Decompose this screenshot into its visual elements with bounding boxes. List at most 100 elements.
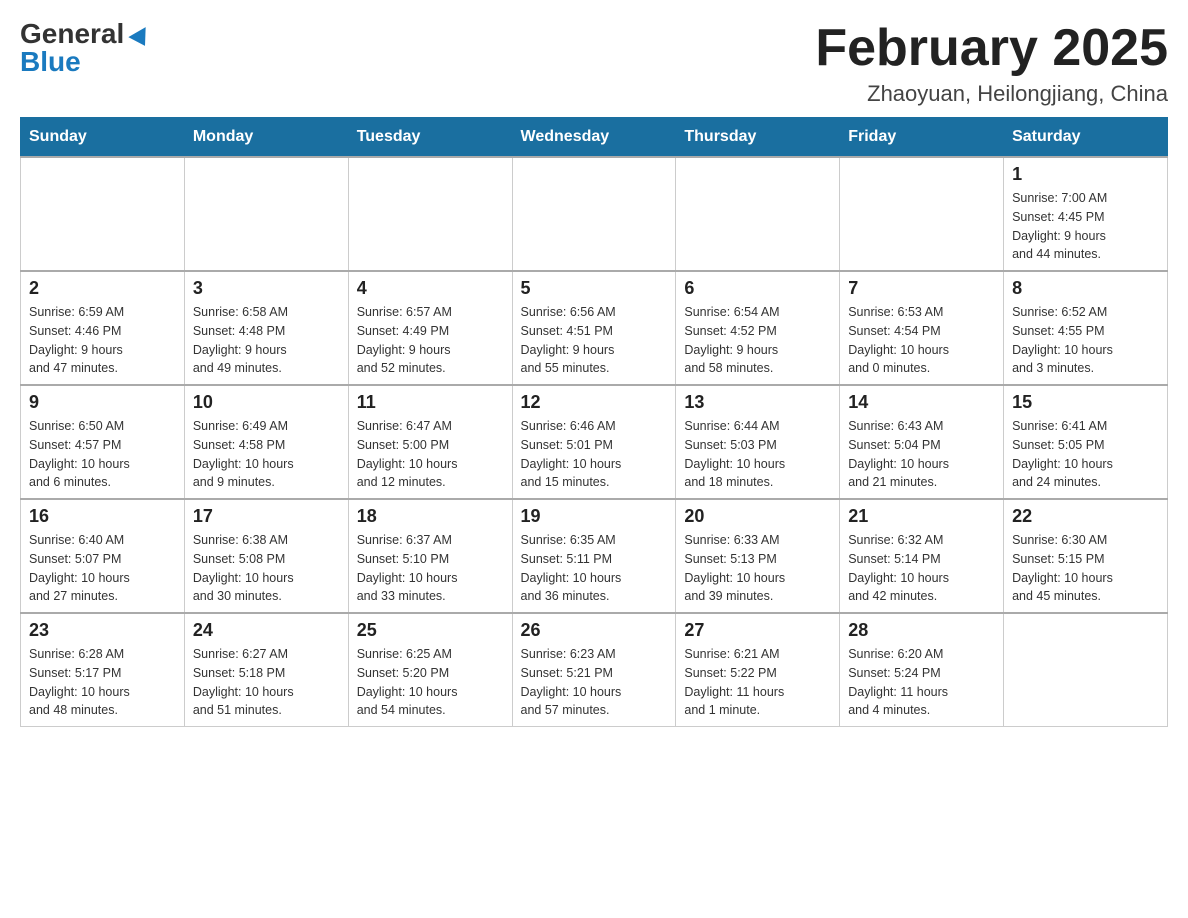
day-number: 4 [357, 278, 504, 299]
header-monday: Monday [184, 118, 348, 158]
day-number: 5 [521, 278, 668, 299]
day-info: Sunrise: 6:44 AMSunset: 5:03 PMDaylight:… [684, 417, 831, 492]
day-number: 1 [1012, 164, 1159, 185]
calendar-cell: 26 Sunrise: 6:23 AMSunset: 5:21 PMDayligh… [512, 613, 676, 727]
day-number: 18 [357, 506, 504, 527]
day-info: Sunrise: 6:49 AMSunset: 4:58 PMDaylight:… [193, 417, 340, 492]
calendar-cell: 6 Sunrise: 6:54 AMSunset: 4:52 PMDaylight… [676, 271, 840, 385]
day-number: 23 [29, 620, 176, 641]
day-number: 21 [848, 506, 995, 527]
calendar-cell: 1Sunrise: 7:00 AMSunset: 4:45 PMDaylight… [1004, 157, 1168, 271]
calendar-cell: 16 Sunrise: 6:40 AMSunset: 5:07 PMDayligh… [21, 499, 185, 613]
header-saturday: Saturday [1004, 118, 1168, 158]
day-info: Sunrise: 6:54 AMSunset: 4:52 PMDaylight:… [684, 303, 831, 378]
calendar-cell: 9Sunrise: 6:50 AMSunset: 4:57 PMDaylight… [21, 385, 185, 499]
day-info: Sunrise: 6:28 AMSunset: 5:17 PMDaylight:… [29, 645, 176, 720]
calendar-cell: 8 Sunrise: 6:52 AMSunset: 4:55 PMDaylight… [1004, 271, 1168, 385]
calendar-cell: 4 Sunrise: 6:57 AMSunset: 4:49 PMDaylight… [348, 271, 512, 385]
header-friday: Friday [840, 118, 1004, 158]
calendar-cell: 7 Sunrise: 6:53 AMSunset: 4:54 PMDaylight… [840, 271, 1004, 385]
day-info: Sunrise: 6:52 AMSunset: 4:55 PMDaylight:… [1012, 303, 1159, 378]
calendar-cell [840, 157, 1004, 271]
header-thursday: Thursday [676, 118, 840, 158]
day-info: Sunrise: 6:57 AMSunset: 4:49 PMDaylight:… [357, 303, 504, 378]
day-number: 26 [521, 620, 668, 641]
calendar-cell: 13 Sunrise: 6:44 AMSunset: 5:03 PMDayligh… [676, 385, 840, 499]
calendar-body: 1Sunrise: 7:00 AMSunset: 4:45 PMDaylight… [21, 157, 1168, 727]
day-number: 16 [29, 506, 176, 527]
day-number: 19 [521, 506, 668, 527]
week-row-2: 2 Sunrise: 6:59 AMSunset: 4:46 PMDaylight… [21, 271, 1168, 385]
day-number: 20 [684, 506, 831, 527]
day-number: 6 [684, 278, 831, 299]
day-number: 7 [848, 278, 995, 299]
logo-general-row: General [20, 20, 151, 48]
day-number: 27 [684, 620, 831, 641]
day-number: 17 [193, 506, 340, 527]
day-number: 28 [848, 620, 995, 641]
day-info: Sunrise: 6:40 AMSunset: 5:07 PMDaylight:… [29, 531, 176, 606]
calendar-cell: 19 Sunrise: 6:35 AMSunset: 5:11 PMDayligh… [512, 499, 676, 613]
day-info: Sunrise: 6:23 AMSunset: 5:21 PMDaylight:… [521, 645, 668, 720]
day-info: Sunrise: 6:21 AMSunset: 5:22 PMDaylight:… [684, 645, 831, 720]
day-number: 15 [1012, 392, 1159, 413]
calendar-table: SundayMondayTuesdayWednesdayThursdayFrid… [20, 117, 1168, 727]
day-number: 2 [29, 278, 176, 299]
day-info: Sunrise: 6:30 AMSunset: 5:15 PMDaylight:… [1012, 531, 1159, 606]
day-info: Sunrise: 6:59 AMSunset: 4:46 PMDaylight:… [29, 303, 176, 378]
week-row-1: 1Sunrise: 7:00 AMSunset: 4:45 PMDaylight… [21, 157, 1168, 271]
calendar-cell: 15 Sunrise: 6:41 AMSunset: 5:05 PMDayligh… [1004, 385, 1168, 499]
logo: General Blue [20, 20, 151, 76]
day-info: Sunrise: 6:41 AMSunset: 5:05 PMDaylight:… [1012, 417, 1159, 492]
calendar-cell: 21 Sunrise: 6:32 AMSunset: 5:14 PMDayligh… [840, 499, 1004, 613]
header-tuesday: Tuesday [348, 118, 512, 158]
day-number: 12 [521, 392, 668, 413]
calendar-cell: 22 Sunrise: 6:30 AMSunset: 5:15 PMDayligh… [1004, 499, 1168, 613]
calendar-cell [512, 157, 676, 271]
day-info: Sunrise: 6:56 AMSunset: 4:51 PMDaylight:… [521, 303, 668, 378]
day-info: Sunrise: 6:27 AMSunset: 5:18 PMDaylight:… [193, 645, 340, 720]
calendar-cell: 20 Sunrise: 6:33 AMSunset: 5:13 PMDayligh… [676, 499, 840, 613]
day-number: 22 [1012, 506, 1159, 527]
day-info: Sunrise: 6:33 AMSunset: 5:13 PMDaylight:… [684, 531, 831, 606]
week-row-5: 23 Sunrise: 6:28 AMSunset: 5:17 PMDayligh… [21, 613, 1168, 727]
day-info: Sunrise: 6:35 AMSunset: 5:11 PMDaylight:… [521, 531, 668, 606]
calendar-cell: 3 Sunrise: 6:58 AMSunset: 4:48 PMDaylight… [184, 271, 348, 385]
day-info: Sunrise: 6:58 AMSunset: 4:48 PMDaylight:… [193, 303, 340, 378]
day-number: 13 [684, 392, 831, 413]
title-block: February 2025 Zhaoyuan, Heilongjiang, Ch… [815, 20, 1168, 107]
calendar-cell: 18 Sunrise: 6:37 AMSunset: 5:10 PMDayligh… [348, 499, 512, 613]
header-row: SundayMondayTuesdayWednesdayThursdayFrid… [21, 118, 1168, 158]
day-info: Sunrise: 6:37 AMSunset: 5:10 PMDaylight:… [357, 531, 504, 606]
week-row-3: 9Sunrise: 6:50 AMSunset: 4:57 PMDaylight… [21, 385, 1168, 499]
day-info: Sunrise: 6:53 AMSunset: 4:54 PMDaylight:… [848, 303, 995, 378]
day-number: 3 [193, 278, 340, 299]
calendar-cell: 5 Sunrise: 6:56 AMSunset: 4:51 PMDaylight… [512, 271, 676, 385]
day-number: 14 [848, 392, 995, 413]
logo-triangle-icon [128, 27, 153, 51]
day-info: Sunrise: 6:50 AMSunset: 4:57 PMDaylight:… [29, 417, 176, 492]
day-number: 25 [357, 620, 504, 641]
header-sunday: Sunday [21, 118, 185, 158]
calendar-header: SundayMondayTuesdayWednesdayThursdayFrid… [21, 118, 1168, 158]
day-info: Sunrise: 6:32 AMSunset: 5:14 PMDaylight:… [848, 531, 995, 606]
day-number: 8 [1012, 278, 1159, 299]
calendar-cell: 24 Sunrise: 6:27 AMSunset: 5:18 PMDayligh… [184, 613, 348, 727]
logo-blue-row: Blue [20, 48, 81, 76]
week-row-4: 16 Sunrise: 6:40 AMSunset: 5:07 PMDayligh… [21, 499, 1168, 613]
calendar-cell: 17Sunrise: 6:38 AMSunset: 5:08 PMDayligh… [184, 499, 348, 613]
location-text: Zhaoyuan, Heilongjiang, China [815, 81, 1168, 107]
calendar-cell: 14 Sunrise: 6:43 AMSunset: 5:04 PMDayligh… [840, 385, 1004, 499]
day-number: 24 [193, 620, 340, 641]
day-info: Sunrise: 6:43 AMSunset: 5:04 PMDaylight:… [848, 417, 995, 492]
day-info: Sunrise: 6:46 AMSunset: 5:01 PMDaylight:… [521, 417, 668, 492]
day-number: 10 [193, 392, 340, 413]
day-info: Sunrise: 6:25 AMSunset: 5:20 PMDaylight:… [357, 645, 504, 720]
logo-blue-text: Blue [20, 46, 81, 77]
day-info: Sunrise: 6:47 AMSunset: 5:00 PMDaylight:… [357, 417, 504, 492]
calendar-cell: 25 Sunrise: 6:25 AMSunset: 5:20 PMDayligh… [348, 613, 512, 727]
logo-general-text: General [20, 18, 124, 49]
calendar-cell [1004, 613, 1168, 727]
calendar-cell: 2 Sunrise: 6:59 AMSunset: 4:46 PMDaylight… [21, 271, 185, 385]
calendar-cell: 28Sunrise: 6:20 AMSunset: 5:24 PMDayligh… [840, 613, 1004, 727]
